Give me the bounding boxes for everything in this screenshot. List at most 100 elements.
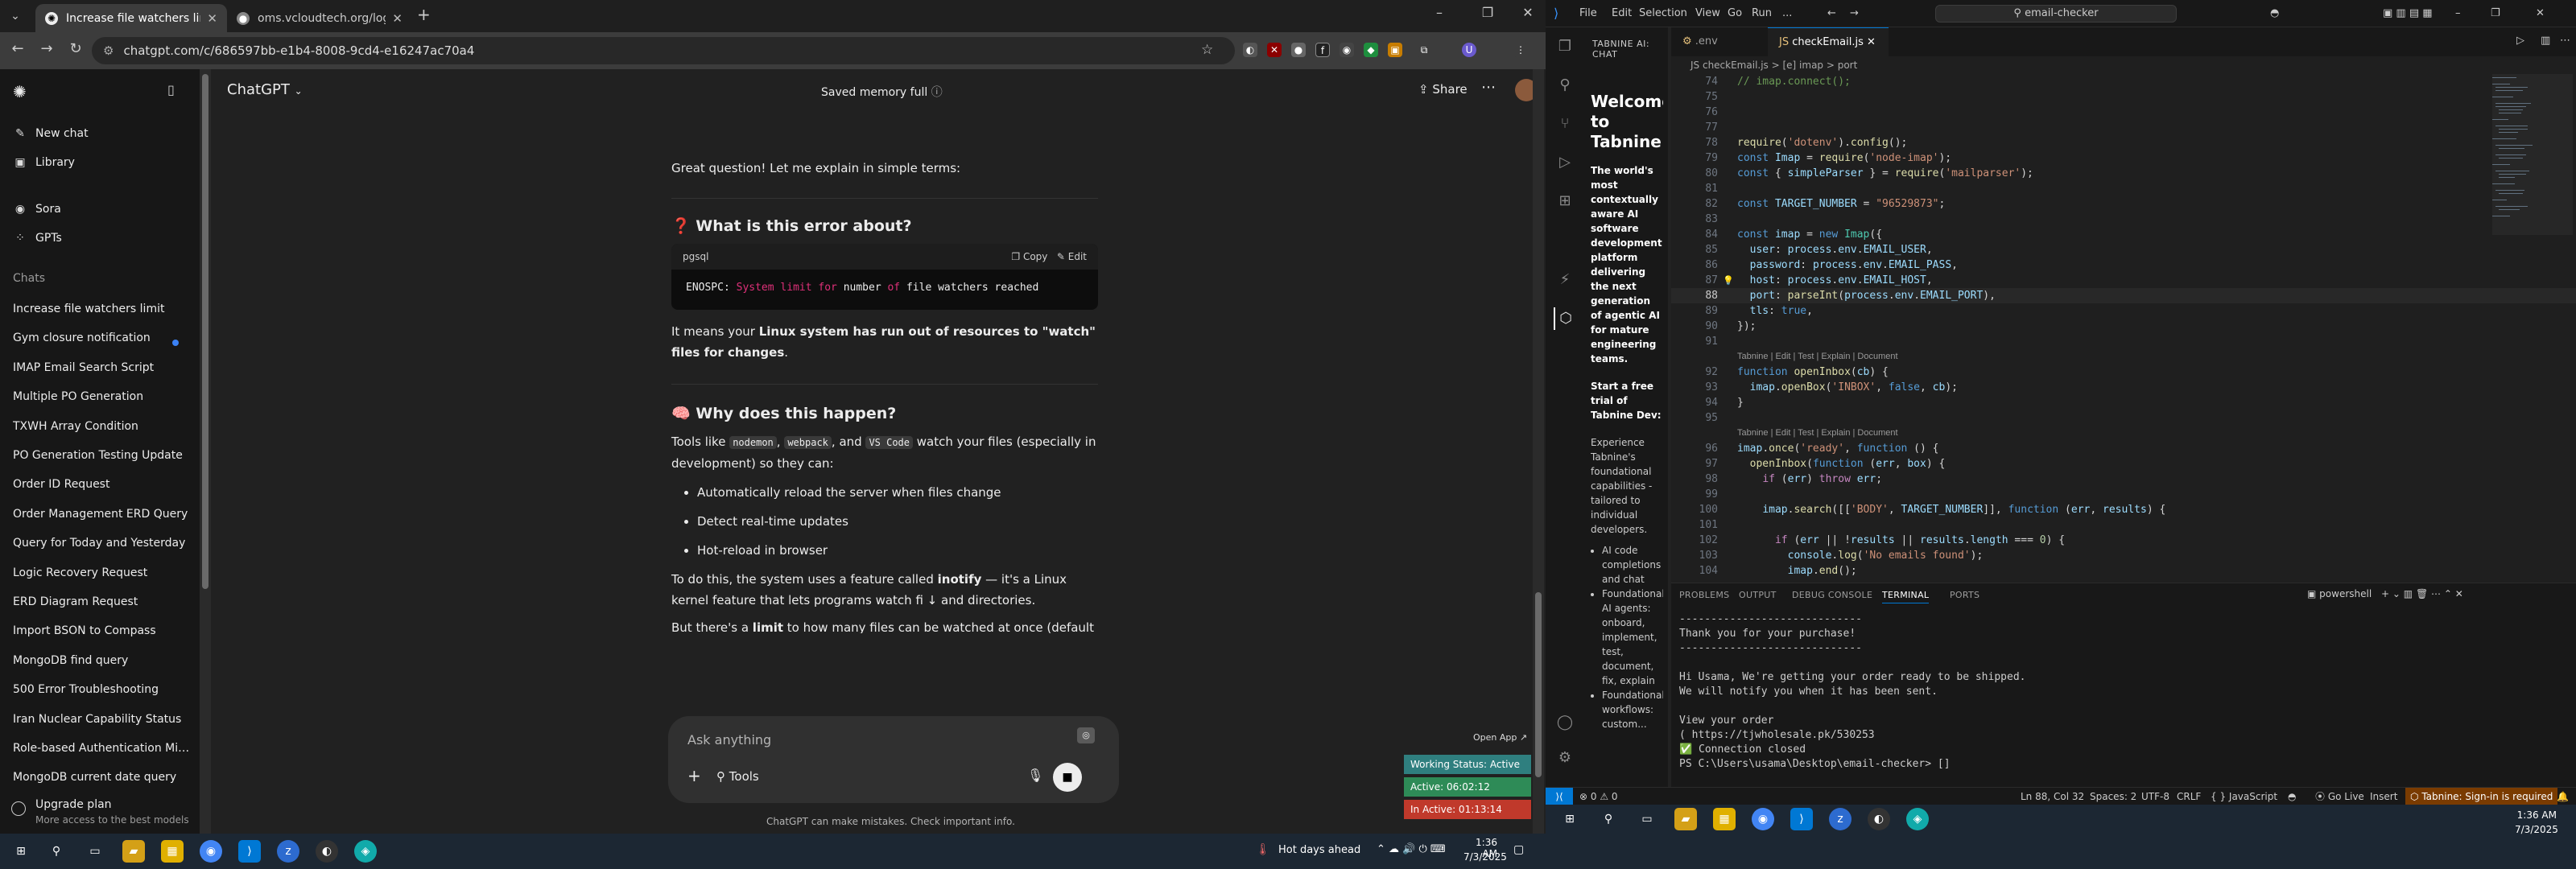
code-line[interactable]: 81	[1671, 181, 2576, 196]
problems-count[interactable]: ⊗ 0 ⚠ 0	[1579, 788, 1618, 805]
minimize-icon[interactable]: –	[1425, 5, 1454, 20]
forward-icon[interactable]: →	[35, 40, 58, 57]
new-terminal-icon[interactable]: + ⌄	[2381, 588, 2401, 599]
attach-icon[interactable]: +	[687, 766, 701, 785]
copilot-icon[interactable]: ◓	[2270, 7, 2279, 19]
restore-icon[interactable]: ❐	[2491, 7, 2500, 19]
code-line[interactable]: 83	[1671, 212, 2576, 227]
zoom-icon[interactable]: z	[1829, 808, 1852, 830]
clock-date[interactable]: 7/3/2025	[1463, 851, 1507, 863]
code-line[interactable]: 94}	[1671, 395, 2576, 410]
menu-view[interactable]: View	[1695, 7, 1720, 19]
chat-history-item[interactable]: Order Management ERD Query	[13, 508, 190, 521]
forward-icon[interactable]: →	[1850, 7, 1859, 19]
app-icon[interactable]: ◈	[1906, 808, 1929, 830]
code-line[interactable]: 92 function openInbox(cb) {	[1671, 364, 2576, 380]
code-line[interactable]: 79 const Imap = require('node-imap');	[1671, 150, 2576, 166]
extension-icon[interactable]: ◆	[1364, 43, 1378, 57]
codelens[interactable]: Tabnine | Edit | Test | Explain | Docume…	[1671, 426, 2576, 441]
menu-go[interactable]: Go	[1728, 7, 1742, 19]
chat-history-item[interactable]: Multiple PO Generation	[13, 390, 190, 403]
tab-env[interactable]: ⚙ .env	[1671, 27, 1768, 56]
code-line[interactable]: 85 user: process.env.EMAIL_USER,	[1671, 242, 2576, 257]
store-icon[interactable]: ▦	[1713, 808, 1736, 830]
tabnine-status[interactable]: ⬡ Tabnine: Sign-in is required	[2405, 788, 2558, 805]
encoding[interactable]: UTF-8	[2141, 788, 2169, 805]
more-actions-icon[interactable]: ⋯	[2431, 588, 2441, 599]
end-of-line[interactable]: CRLF	[2177, 788, 2201, 805]
code-line[interactable]: 98 if (err) throw err;	[1671, 472, 2576, 487]
code-line[interactable]: 96 imap.once('ready', function () {	[1671, 441, 2576, 456]
chat-history-item[interactable]: TXWH Array Condition	[13, 420, 190, 433]
code-line[interactable]: 89 tls: true,	[1671, 303, 2576, 319]
cursor-position[interactable]: Ln 88, Col 32	[2021, 788, 2084, 805]
terminal-output[interactable]: ----------------------------- Thank you f…	[1679, 612, 2565, 772]
codelens[interactable]: Tabnine | Edit | Test | Explain | Docume…	[1671, 349, 2576, 364]
minimize-icon[interactable]: –	[2455, 7, 2461, 19]
code-line[interactable]: 104 imap.end();	[1671, 563, 2576, 579]
extension-icon[interactable]: ◐	[1243, 43, 1257, 57]
file-explorer-icon[interactable]: ▰	[1674, 808, 1697, 830]
extension-icon[interactable]: ◎	[1077, 727, 1095, 743]
indentation[interactable]: Spaces: 2	[2090, 788, 2136, 805]
code-line[interactable]: 88 port: parseInt(process.env.EMAIL_PORT…	[1671, 288, 2576, 303]
task-view-icon[interactable]: ▭	[1636, 808, 1658, 830]
notification-icon[interactable]: ▢	[1513, 843, 1524, 856]
panel-tab-ports[interactable]: PORTS	[1950, 590, 1979, 600]
code-line[interactable]: 91	[1671, 334, 2576, 349]
chat-history-item[interactable]: MongoDB find query	[13, 654, 190, 667]
app-icon[interactable]: ◈	[354, 840, 377, 863]
gpts-button[interactable]: ⁘ GPTs	[13, 224, 190, 253]
upgrade-plan-link[interactable]: Upgrade plan	[35, 798, 112, 811]
menu-selection[interactable]: Selection	[1639, 7, 1687, 19]
menu-edit[interactable]: Edit	[1612, 7, 1632, 19]
explorer-icon[interactable]: ❐	[1554, 35, 1576, 58]
toggle-sidebar-icon[interactable]: ▯	[167, 82, 175, 97]
code-line[interactable]: 100 imap.search([['BODY', TARGET_NUMBER]…	[1671, 502, 2576, 517]
trash-icon[interactable]: 🗑	[2416, 588, 2428, 599]
code-line[interactable]: 78 require('dotenv').config();	[1671, 135, 2576, 150]
code-line[interactable]: 93 imap.openBox('INBOX', false, cb);	[1671, 380, 2576, 395]
run-debug-icon[interactable]: ▷	[1554, 151, 1576, 174]
codelens-actions[interactable]: Tabnine | Edit | Test | Explain | Docume…	[1737, 426, 1898, 441]
settings-gear-icon[interactable]: ⚙	[1554, 747, 1576, 769]
zoom-icon[interactable]: z	[277, 840, 299, 863]
notifications-bell-icon[interactable]: 🔔	[2557, 788, 2569, 805]
chat-history-item[interactable]: IMAP Email Search Script	[13, 361, 190, 374]
task-view-icon[interactable]: ▭	[84, 840, 106, 863]
chat-history-item[interactable]: MongoDB current date query	[13, 771, 190, 784]
extensions-icon[interactable]: ⊞	[1554, 190, 1576, 212]
minimap[interactable]	[2492, 74, 2573, 315]
prompt-input[interactable]: Ask anything	[687, 732, 771, 748]
new-chat-button[interactable]: ✎ New chat	[13, 119, 190, 148]
language-mode[interactable]: { } JavaScript	[2211, 788, 2277, 805]
close-panel-icon[interactable]: ✕	[2455, 588, 2463, 599]
sidebar-scrollbar[interactable]	[200, 69, 211, 834]
code-line[interactable]: 76	[1671, 105, 2576, 120]
url-field[interactable]: ⚙ chatgpt.com/c/686597bb-e1b4-8008-9cd4-…	[92, 37, 1235, 64]
reload-icon[interactable]: ↻	[64, 40, 87, 57]
chrome-icon[interactable]: ◉	[1752, 808, 1774, 830]
chat-history-item[interactable]: Increase file watchers limit	[13, 303, 190, 315]
stop-button[interactable]: ■	[1053, 763, 1082, 792]
store-icon[interactable]: ▦	[161, 840, 184, 863]
chat-history-item[interactable]: Order ID Request	[13, 478, 190, 491]
command-center-search[interactable]: ⚲ email-checker	[1935, 5, 2177, 23]
tray-icons[interactable]: ⌃ ☁ 🔊 ⏻ ⌨	[1377, 843, 1446, 855]
code-line[interactable]: 75	[1671, 89, 2576, 105]
remote-icon[interactable]: ⚡	[1554, 269, 1576, 291]
tab-checkemail[interactable]: JS checkEmail.js ✕	[1768, 27, 1889, 56]
chat-history-item[interactable]: 500 Error Troubleshooting	[13, 683, 190, 696]
microphone-icon[interactable]: 🎙	[1027, 768, 1043, 783]
code-line[interactable]: 82 const TARGET_NUMBER = "96529873";	[1671, 196, 2576, 212]
chat-history-item[interactable]: Query for Today and Yesterday	[13, 537, 190, 550]
openai-logo-icon[interactable]: ✺	[13, 82, 27, 101]
code-line[interactable]: 102 if (err || !results || results.lengt…	[1671, 533, 2576, 548]
panel-tab-debug-console[interactable]: DEBUG CONSOLE	[1792, 590, 1872, 600]
close-tab-icon[interactable]: ✕	[392, 11, 402, 26]
scroll-down-icon[interactable]: ↓	[927, 593, 938, 607]
chat-history-item[interactable]: Iran Nuclear Capability Status	[13, 713, 190, 726]
panel-tab-problems[interactable]: PROBLEMS	[1679, 590, 1729, 600]
code-line[interactable]: 101	[1671, 517, 2576, 533]
code-line[interactable]: 74 // imap.connect();	[1671, 74, 2576, 89]
